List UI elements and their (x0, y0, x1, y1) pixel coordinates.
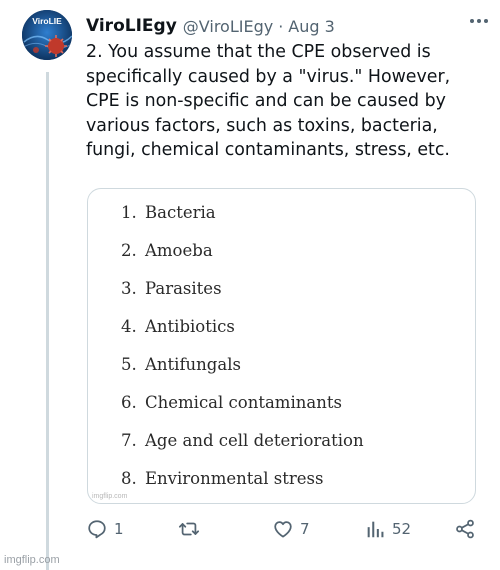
separator-dot: · (278, 16, 284, 36)
list-item: 8. Environmental stress (121, 469, 324, 488)
tweet-header: ViroLIEgy @ViroLIEgy · Aug 3 (86, 13, 488, 39)
action-bar: 1 7 52 (86, 518, 486, 550)
factor-list: 1. Bacteria 2. Amoeba 3. Parasites 4. Antibi… (121, 202, 364, 503)
views-count: 52 (392, 520, 412, 538)
reply-button[interactable]: 1 (86, 518, 124, 540)
list-item: 2. Amoeba (121, 241, 213, 260)
views-button[interactable]: 52 (364, 518, 411, 540)
list-item: 5. Antifungals (121, 355, 241, 374)
thread-line (46, 72, 49, 570)
share-button[interactable] (454, 518, 476, 540)
like-button[interactable]: 7 (272, 518, 310, 540)
post-date[interactable]: Aug 3 (288, 17, 335, 36)
avatar-virus-image: ViroLIE (22, 10, 72, 60)
media-watermark: imgflip.com (92, 493, 128, 500)
display-name[interactable]: ViroLIEgy (86, 16, 177, 36)
list-item: 6. Chemical contaminants (121, 393, 342, 412)
page-watermark: imgflip.com (4, 554, 60, 566)
avatar-logo-text: ViroLIE (32, 16, 62, 26)
list-item: 3. Parasites (121, 279, 222, 298)
heart-icon (274, 521, 292, 538)
user-handle[interactable]: @ViroLIEgy (183, 17, 273, 36)
list-item: 4. Antibiotics (121, 317, 235, 336)
like-count: 7 (300, 520, 310, 538)
media-card[interactable]: 1. Bacteria 2. Amoeba 3. Parasites 4. Antibi… (87, 188, 476, 504)
retweet-icon (178, 522, 200, 536)
retweet-button[interactable] (178, 518, 206, 540)
views-bar-icon (367, 521, 384, 538)
list-item: 1. Bacteria (121, 203, 216, 222)
tweet-text: 2. You assume that the CPE observed is s… (86, 42, 451, 160)
reply-count: 1 (114, 520, 124, 538)
list-item: 7. Age and cell deterioration (121, 431, 364, 450)
share-icon (456, 519, 474, 539)
reply-icon (88, 520, 106, 539)
more-options-icon[interactable] (470, 19, 488, 23)
avatar[interactable]: ViroLIE (22, 10, 72, 60)
